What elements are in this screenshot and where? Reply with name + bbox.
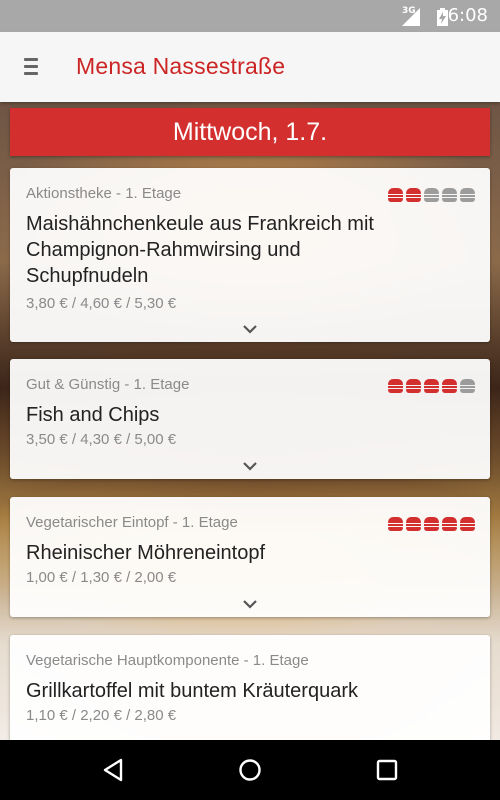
hamburger-menu-icon[interactable] bbox=[24, 58, 40, 76]
rating-burger-filled-icon bbox=[388, 188, 403, 202]
rating-burger-filled-icon bbox=[406, 379, 421, 393]
system-navigation-bar bbox=[0, 740, 500, 800]
app-title: Mensa Nassestraße bbox=[76, 53, 286, 79]
rating-burger-filled-icon bbox=[442, 379, 457, 393]
rating-burger-empty-icon bbox=[460, 188, 475, 202]
rating-burger-filled-icon bbox=[388, 379, 403, 393]
signal-icon bbox=[402, 8, 420, 26]
recents-square-icon[interactable] bbox=[372, 755, 402, 785]
rating-burger-empty-icon bbox=[460, 379, 475, 393]
meal-card[interactable]: Aktionstheke - 1. Etage Maishähnchenkeul… bbox=[10, 168, 490, 342]
meal-rating bbox=[388, 188, 475, 202]
rating-burger-empty-icon bbox=[424, 188, 439, 202]
chevron-down-icon[interactable] bbox=[242, 460, 258, 472]
meal-card[interactable]: Gut & Günstig - 1. Etage Fish and Chips … bbox=[10, 359, 490, 479]
meal-prices: 1,10 € / 2,20 € / 2,80 € bbox=[26, 707, 177, 724]
chevron-down-icon[interactable] bbox=[242, 598, 258, 610]
meal-category: Vegetarischer Eintopf - 1. Etage bbox=[26, 514, 238, 531]
meal-name-line: Fish and Chips bbox=[26, 404, 160, 426]
meal-rating bbox=[388, 379, 475, 393]
meal-prices: 3,80 € / 4,60 € / 5,30 € bbox=[26, 295, 177, 312]
rating-burger-filled-icon bbox=[406, 188, 421, 202]
meal-name-line: Schupfnudeln bbox=[26, 265, 149, 287]
meal-category: Gut & Günstig - 1. Etage bbox=[26, 376, 190, 393]
meal-name-line: Grillkartoffel mit buntem Kräuterquark bbox=[26, 680, 358, 702]
meal-name: Maishähnchenkeule aus Frankreich mit Cha… bbox=[26, 211, 426, 289]
clock: 6:08 bbox=[447, 5, 488, 26]
meal-prices: 1,00 € / 1,30 € / 2,00 € bbox=[26, 569, 177, 586]
app-bar: Mensa Nassestraße bbox=[0, 32, 500, 102]
meal-name: Grillkartoffel mit buntem Kräuterquark bbox=[26, 678, 426, 704]
meal-list[interactable]: Mittwoch, 1.7. Aktionstheke - 1. Etage M… bbox=[0, 102, 500, 740]
meal-category: Aktionstheke - 1. Etage bbox=[26, 185, 182, 202]
meal-name-line: Champignon-Rahmwirsing und bbox=[26, 239, 301, 261]
meal-name-line: Maishähnchenkeule aus Frankreich mit bbox=[26, 213, 374, 235]
day-header: Mittwoch, 1.7. bbox=[10, 108, 490, 156]
meal-prices: 3,50 € / 4,30 € / 5,00 € bbox=[26, 431, 177, 448]
meal-name: Rheinischer Möhreneintopf bbox=[26, 540, 426, 566]
meal-category: Vegetarische Hauptkomponente - 1. Etage bbox=[26, 652, 309, 669]
rating-burger-filled-icon bbox=[424, 379, 439, 393]
rating-burger-filled-icon bbox=[460, 517, 475, 531]
meal-card[interactable]: Vegetarischer Eintopf - 1. Etage Rheinis… bbox=[10, 497, 490, 617]
meal-name: Fish and Chips bbox=[26, 402, 426, 428]
meal-name-line: Rheinischer Möhreneintopf bbox=[26, 542, 266, 564]
back-triangle-icon[interactable] bbox=[99, 755, 129, 785]
rating-burger-filled-icon bbox=[388, 517, 403, 531]
chevron-down-icon[interactable] bbox=[242, 323, 258, 335]
rating-burger-filled-icon bbox=[424, 517, 439, 531]
rating-burger-empty-icon bbox=[442, 188, 457, 202]
rating-burger-filled-icon bbox=[406, 517, 421, 531]
home-circle-icon[interactable] bbox=[235, 755, 265, 785]
status-bar: 3G 6:08 bbox=[0, 0, 500, 32]
battery-charging-icon bbox=[437, 8, 448, 26]
rating-burger-filled-icon bbox=[442, 517, 457, 531]
meal-rating bbox=[388, 517, 475, 531]
meal-card[interactable]: Vegetarische Hauptkomponente - 1. Etage … bbox=[10, 635, 490, 740]
